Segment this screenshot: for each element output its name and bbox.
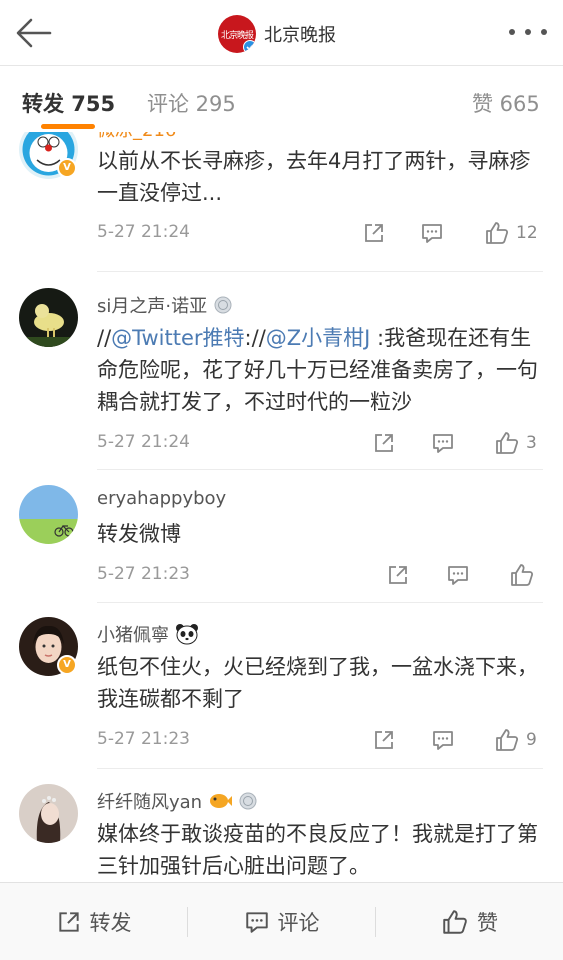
account-logo: 北京晚报 xyxy=(218,15,256,53)
repost-button[interactable] xyxy=(362,220,386,246)
username[interactable]: eryahappyboy xyxy=(97,488,226,509)
repost-action-button[interactable]: 转发 xyxy=(0,883,187,960)
comment-text: 媒体终于敢谈疫苗的不良反应了！我就是打了第三针加强针后心脏出问题了。 xyxy=(97,822,538,878)
back-button[interactable] xyxy=(14,16,54,50)
avatar[interactable] xyxy=(19,485,78,544)
divider xyxy=(97,602,543,603)
comment-label: 评论 xyxy=(277,911,320,935)
like-button[interactable]: 9 xyxy=(494,727,537,753)
more-dot xyxy=(525,29,531,35)
back-arrow-icon xyxy=(16,18,52,48)
comment-action-button[interactable]: 评论 xyxy=(188,883,375,960)
logo-text: 北京晚报 xyxy=(220,30,254,41)
comment-text: //@Twitter推特://@Z小青柑J :我爸现在还有生命危险呢，花了好几十… xyxy=(97,322,547,418)
like-action-button[interactable]: 赞 xyxy=(376,883,563,960)
like-button[interactable] xyxy=(509,562,535,588)
panda-icon xyxy=(176,624,198,645)
tab-bar: 转发 755 评论 295 赞 665 xyxy=(0,66,563,132)
repost-list[interactable]: V 微凉_216 以前从不长寻麻疹，去年4月打了两针，寻麻疹一直没停过... 5… xyxy=(0,132,563,882)
avatar[interactable] xyxy=(19,784,78,843)
comment-button[interactable] xyxy=(431,727,455,753)
like-count: 9 xyxy=(526,730,537,750)
thumbs-up-icon xyxy=(443,910,467,934)
share-icon xyxy=(365,224,383,242)
username-text: 微凉_216 xyxy=(97,132,176,142)
username-text: 小猪佩寧 xyxy=(97,625,169,646)
text-mid: :// xyxy=(244,326,266,350)
repost-button[interactable] xyxy=(386,562,410,588)
medal-icon xyxy=(214,296,232,314)
tab-repost[interactable]: 转发 755 xyxy=(22,88,115,118)
repost-label: 转发 xyxy=(89,911,132,935)
username[interactable]: 小猪佩寧 xyxy=(97,621,199,647)
bottom-action-bar: 转发 评论 赞 xyxy=(0,882,563,960)
more-button[interactable] xyxy=(509,22,547,42)
username-text: eryahappyboy xyxy=(97,488,227,509)
share-icon xyxy=(375,731,393,749)
like-button[interactable]: 12 xyxy=(484,220,538,246)
account-title[interactable]: 北京晚报 北京晚报 xyxy=(218,14,336,54)
thumbs-up-icon xyxy=(496,729,519,751)
woman-avatar-image xyxy=(19,784,78,843)
comment-button[interactable] xyxy=(431,430,455,456)
timestamp: 5-27 21:23 xyxy=(97,729,190,749)
username[interactable]: 纤纤随风yan xyxy=(97,788,258,814)
comment-icon xyxy=(433,731,453,750)
share-icon xyxy=(58,912,79,932)
thumbs-up-icon xyxy=(511,564,534,586)
verified-yellow-icon: V xyxy=(57,655,77,675)
more-dot xyxy=(541,29,547,35)
comment-icon xyxy=(422,224,442,243)
fish-icon xyxy=(210,794,233,808)
thumbs-up-icon xyxy=(486,222,509,244)
username-text: 纤纤随风yan xyxy=(97,792,203,813)
landscape-avatar-image xyxy=(19,485,78,544)
comment-button[interactable] xyxy=(446,562,470,588)
comment-icon xyxy=(433,434,453,453)
thumbs-up-icon xyxy=(496,432,519,454)
tab-likes[interactable]: 赞 665 xyxy=(472,88,540,118)
verified-yellow-icon: V xyxy=(57,158,77,178)
page-title: 北京晚报 xyxy=(264,25,336,46)
divider xyxy=(97,768,543,769)
text-prefix: // xyxy=(97,326,112,350)
top-bar: 北京晚报 北京晚报 xyxy=(0,0,563,66)
like-count: 3 xyxy=(526,433,537,453)
repost-button[interactable] xyxy=(372,430,396,456)
divider xyxy=(97,271,543,272)
mention-link[interactable]: @Twitter推特 xyxy=(111,326,244,350)
like-label: 赞 xyxy=(477,911,498,935)
medal-icon xyxy=(239,792,257,810)
timestamp: 5-27 21:24 xyxy=(97,222,190,242)
more-dots-icon xyxy=(509,29,515,35)
comment-text: 以前从不长寻麻疹，去年4月打了两针，寻麻疹一直没停过... xyxy=(97,149,531,205)
share-icon xyxy=(389,566,407,584)
like-button[interactable]: 3 xyxy=(494,430,537,456)
comment-icon xyxy=(448,566,468,585)
repost-button[interactable] xyxy=(372,727,396,753)
active-tab-indicator xyxy=(41,124,95,129)
comment-button[interactable] xyxy=(420,220,444,246)
comment-icon xyxy=(245,912,268,933)
tab-comments[interactable]: 评论 295 xyxy=(147,88,236,118)
timestamp: 5-27 21:23 xyxy=(97,564,190,584)
comment-text: 转发微博 xyxy=(97,522,181,546)
comment-text: 纸包不住火，火已经烧到了我，一盆水浇下来，我连碳都不剩了 xyxy=(97,655,538,711)
duck-avatar-image xyxy=(19,288,78,347)
username[interactable]: 微凉_216 xyxy=(97,132,176,142)
mention-link[interactable]: @Z小青柑J xyxy=(266,326,371,350)
divider xyxy=(97,469,543,470)
verified-blue-icon xyxy=(243,40,256,53)
timestamp: 5-27 21:24 xyxy=(97,432,190,452)
avatar[interactable] xyxy=(19,288,78,347)
username-text: si月之声·诺亚 xyxy=(97,296,208,317)
share-icon xyxy=(375,434,393,452)
username[interactable]: si月之声·诺亚 xyxy=(97,292,233,318)
like-count: 12 xyxy=(516,223,538,243)
